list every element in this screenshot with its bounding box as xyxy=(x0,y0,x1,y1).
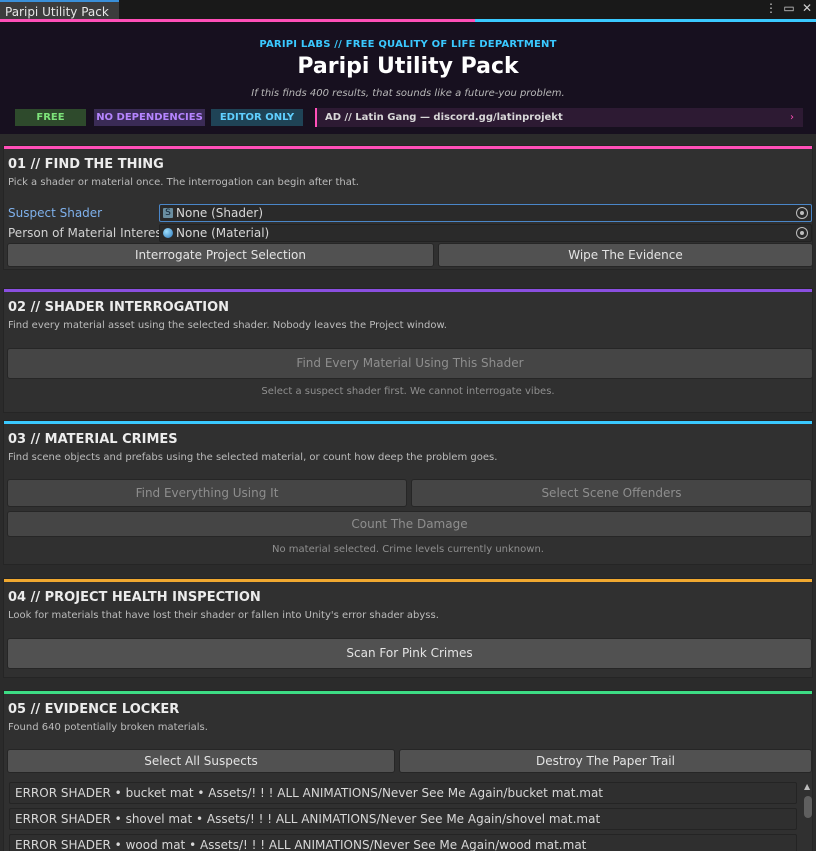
badge-free: FREE xyxy=(15,109,86,126)
section-title: 03 // MATERIAL CRIMES xyxy=(8,432,178,447)
window-tab[interactable]: Paripi Utility Pack xyxy=(0,0,119,20)
maximize-icon[interactable]: ▭ xyxy=(783,1,795,15)
section-description: Find scene objects and prefabs using the… xyxy=(8,452,498,463)
list-item[interactable]: ERROR SHADER • wood mat • Assets/! ! ! A… xyxy=(9,834,797,851)
material-icon xyxy=(163,228,173,238)
section-accent-bar xyxy=(4,691,812,694)
window-controls: ⋮ ▭ ✕ xyxy=(765,1,813,15)
scrollbar-thumb[interactable] xyxy=(804,796,812,818)
section-title: 05 // EVIDENCE LOCKER xyxy=(8,702,180,717)
section-title: 01 // FIND THE THING xyxy=(8,157,164,172)
section-accent-bar xyxy=(4,421,812,424)
section-shader-interrogation: 02 // SHADER INTERROGATION Find every ma… xyxy=(3,288,813,413)
interrogate-selection-button[interactable]: Interrogate Project Selection xyxy=(7,243,434,267)
scan-pink-crimes-button[interactable]: Scan For Pink Crimes xyxy=(7,638,812,669)
scroll-up-icon[interactable]: ▲ xyxy=(804,782,810,791)
ad-banner[interactable]: AD // Latin Gang — discord.gg/latinproje… xyxy=(315,108,803,127)
more-options-icon[interactable]: ⋮ xyxy=(765,1,777,15)
section-accent-bar xyxy=(4,579,812,582)
select-all-suspects-button[interactable]: Select All Suspects xyxy=(7,749,395,773)
section-accent-bar xyxy=(4,289,812,292)
find-materials-using-shader-button[interactable]: Find Every Material Using This Shader xyxy=(7,348,813,379)
count-the-damage-button[interactable]: Count The Damage xyxy=(7,511,812,537)
suspect-shader-field[interactable]: S None (Shader) xyxy=(159,204,812,222)
find-everything-using-it-button[interactable]: Find Everything Using It xyxy=(7,479,407,507)
material-interest-label: Person of Material Interest xyxy=(8,226,167,240)
suspect-shader-value: None (Shader) xyxy=(176,206,263,220)
section-description: Find every material asset using the sele… xyxy=(8,320,447,331)
wipe-evidence-button[interactable]: Wipe The Evidence xyxy=(438,243,813,267)
section-title: 04 // PROJECT HEALTH INSPECTION xyxy=(8,590,261,605)
list-item[interactable]: ERROR SHADER • bucket mat • Assets/! ! !… xyxy=(9,782,797,804)
material-interest-value: None (Material) xyxy=(176,226,270,240)
badge-no-dependencies: NO DEPENDENCIES xyxy=(94,109,205,126)
section-project-health: 04 // PROJECT HEALTH INSPECTION Look for… xyxy=(3,578,813,678)
section-find-the-thing: 01 // FIND THE THING Pick a shader or ma… xyxy=(3,145,813,270)
section-title: 02 // SHADER INTERROGATION xyxy=(8,300,230,315)
header-kicker: PARIPI LABS // FREE QUALITY OF LIFE DEPA… xyxy=(259,39,557,50)
material-interest-field[interactable]: None (Material) xyxy=(159,224,812,242)
list-item[interactable]: ERROR SHADER • shovel mat • Assets/! ! !… xyxy=(9,808,797,830)
chevron-right-icon: › xyxy=(790,112,794,123)
section-description: Pick a shader or material once. The inte… xyxy=(8,177,359,188)
vertical-scrollbar[interactable]: ▲ xyxy=(803,782,813,848)
window-tab-label: Paripi Utility Pack xyxy=(5,5,109,19)
badge-editor-only: EDITOR ONLY xyxy=(211,109,303,126)
section-accent-bar xyxy=(4,146,812,149)
shader-hint: Select a suspect shader first. We cannot… xyxy=(261,386,555,397)
close-icon[interactable]: ✕ xyxy=(801,1,813,15)
section-material-crimes: 03 // MATERIAL CRIMES Find scene objects… xyxy=(3,420,813,565)
hero-header: PARIPI LABS // FREE QUALITY OF LIFE DEPA… xyxy=(0,22,816,134)
destroy-paper-trail-button[interactable]: Destroy The Paper Trail xyxy=(399,749,812,773)
suspect-shader-label: Suspect Shader xyxy=(8,206,103,220)
page-title: Paripi Utility Pack xyxy=(297,54,519,79)
evidence-list[interactable]: ERROR SHADER • bucket mat • Assets/! ! !… xyxy=(6,779,814,851)
select-scene-offenders-button[interactable]: Select Scene Offenders xyxy=(411,479,812,507)
shader-icon: S xyxy=(163,208,173,218)
object-picker-icon[interactable] xyxy=(796,227,808,239)
section-description: Look for materials that have lost their … xyxy=(8,610,439,621)
object-picker-icon[interactable] xyxy=(796,207,808,219)
material-hint: No material selected. Crime levels curre… xyxy=(272,544,544,555)
tab-strip: Paripi Utility Pack ⋮ ▭ ✕ xyxy=(0,0,816,22)
header-tagline: If this finds 400 results, that sounds l… xyxy=(251,88,565,99)
ad-text: AD // Latin Gang — discord.gg/latinproje… xyxy=(325,112,563,123)
section-description: Found 640 potentially broken materials. xyxy=(8,722,208,733)
